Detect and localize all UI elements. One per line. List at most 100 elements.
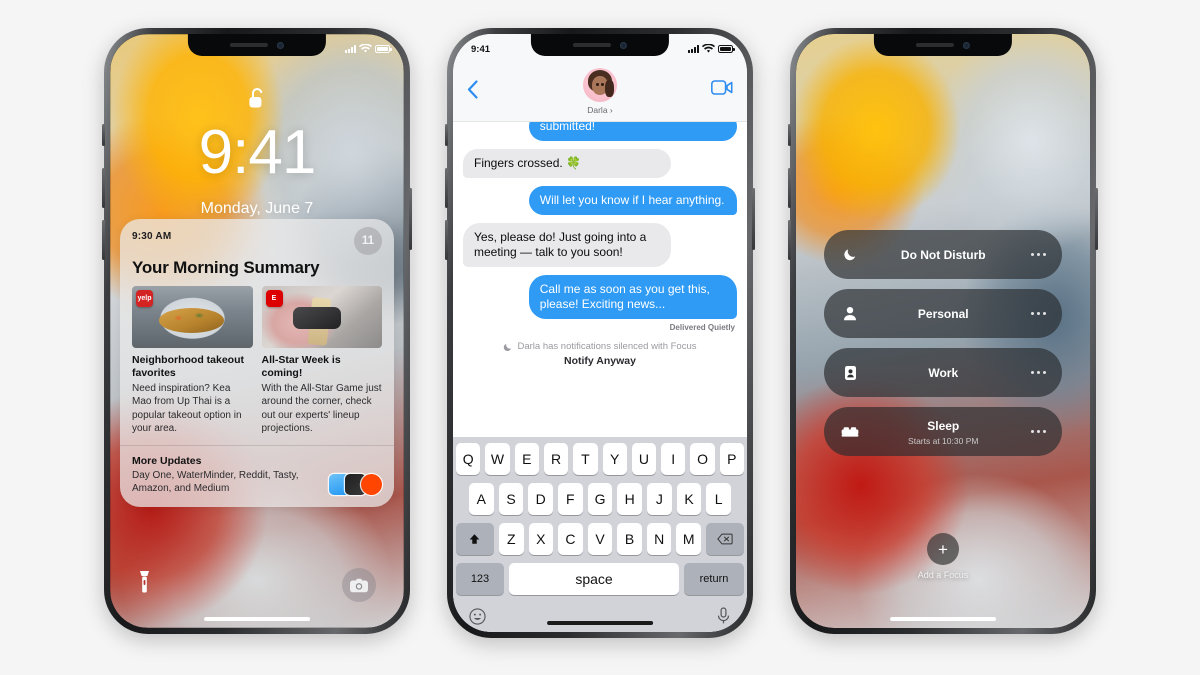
key-u[interactable]: U <box>631 443 657 475</box>
contact-name: Darla › <box>587 105 613 115</box>
volume-up-button[interactable] <box>788 168 791 208</box>
key-z[interactable]: Z <box>498 523 524 555</box>
key-c[interactable]: C <box>558 523 583 555</box>
key-p[interactable]: P <box>719 443 744 475</box>
home-indicator[interactable] <box>890 617 996 621</box>
side-power-button[interactable] <box>1095 188 1098 250</box>
focus-label: Do Not Disturb <box>900 247 986 262</box>
story-image: E <box>261 286 382 348</box>
facetime-button[interactable] <box>711 80 733 100</box>
key-e[interactable]: E <box>514 443 539 475</box>
wifi-icon <box>359 44 372 53</box>
message-bubble-outgoing[interactable]: submitted! <box>528 122 737 141</box>
key-n[interactable]: N <box>646 523 672 555</box>
person-icon <box>840 306 860 321</box>
more-options-icon[interactable] <box>1030 429 1046 434</box>
story-image: yelp <box>132 286 253 348</box>
key-q[interactable]: Q <box>456 443 481 475</box>
keyboard-row-4: 123 space return <box>453 563 747 595</box>
key-m[interactable]: M <box>676 523 702 555</box>
focus-item-sleep[interactable]: Sleep Starts at 10:30 PM <box>824 407 1062 456</box>
key-w[interactable]: W <box>485 443 510 475</box>
flashlight-button[interactable] <box>138 570 151 601</box>
key-r[interactable]: R <box>543 443 569 475</box>
focus-label: Work <box>928 365 959 380</box>
more-updates-title: More Updates <box>132 454 202 467</box>
home-indicator[interactable] <box>204 617 310 621</box>
focus-item-personal[interactable]: Personal <box>824 289 1062 338</box>
more-options-icon[interactable] <box>1030 252 1046 257</box>
story-body: With the All-Star Game just around the c… <box>261 383 382 434</box>
key-h[interactable]: H <box>617 483 643 515</box>
backspace-key[interactable] <box>706 523 745 555</box>
volume-up-button[interactable] <box>102 168 105 208</box>
signal-bars-icon <box>345 45 356 53</box>
status-time: 9:41 <box>471 43 491 55</box>
key-o[interactable]: O <box>690 443 715 475</box>
key-k[interactable]: K <box>676 483 702 515</box>
key-a[interactable]: A <box>468 483 494 515</box>
keyboard-bottom-row <box>453 603 747 630</box>
keyboard-row-1: Q W E R T Y U I O P <box>453 443 747 475</box>
key-i[interactable]: I <box>661 443 686 475</box>
story-card[interactable]: E All-Star Week is coming! With the All-… <box>261 286 382 435</box>
key-b[interactable]: B <box>617 523 642 555</box>
lock-date: Monday, June 7 <box>200 200 314 217</box>
mute-switch[interactable] <box>788 124 791 146</box>
volume-up-button[interactable] <box>445 168 448 208</box>
focus-item-do-not-disturb[interactable]: Do Not Disturb <box>824 230 1062 279</box>
side-power-button[interactable] <box>409 188 412 250</box>
key-s[interactable]: S <box>498 483 524 515</box>
key-f[interactable]: F <box>558 483 583 515</box>
side-power-button[interactable] <box>752 188 755 250</box>
key-j[interactable]: J <box>647 483 672 515</box>
key-l[interactable]: L <box>706 483 732 515</box>
story-body: Need inspiration? Kea Mao from Up Thai i… <box>132 383 242 434</box>
focus-sublabel: Starts at 10:30 PM <box>908 436 979 446</box>
message-bubble-incoming[interactable]: Yes, please do! Just going into a meetin… <box>463 223 672 267</box>
notification-summary-card[interactable]: 9:30 AM 11 Your Morning Summary yelp Nei… <box>120 219 394 508</box>
space-key[interactable]: space <box>509 563 679 595</box>
dictation-button[interactable] <box>716 607 731 630</box>
story-card[interactable]: yelp Neighborhood takeout favorites Need… <box>132 286 253 435</box>
phone3-screen: Do Not Disturb Personal Work Sleep Start… <box>796 34 1090 628</box>
emoji-button[interactable] <box>469 607 486 630</box>
add-focus-button[interactable]: + Add a Focus <box>796 533 1090 580</box>
key-y[interactable]: Y <box>602 443 627 475</box>
home-indicator[interactable] <box>547 621 653 625</box>
keyboard: Q W E R T Y U I O P A S D F G H J K L Z … <box>453 437 747 632</box>
key-d[interactable]: D <box>528 483 553 515</box>
focus-item-work[interactable]: Work <box>824 348 1062 397</box>
more-options-icon[interactable] <box>1030 370 1046 375</box>
front-camera <box>276 41 284 49</box>
story-headline: All-Star Week is coming! <box>261 354 341 379</box>
volume-down-button[interactable] <box>445 220 448 260</box>
focus-notice-text: Darla has notifications silenced with Fo… <box>517 341 697 352</box>
mute-switch[interactable] <box>102 124 105 146</box>
add-focus-label: Add a Focus <box>917 570 969 580</box>
message-bubble-incoming[interactable]: Fingers crossed. 🍀 <box>463 149 672 178</box>
focus-label: Personal <box>917 306 969 321</box>
focus-label: Sleep <box>927 419 960 433</box>
message-bubble-outgoing[interactable]: Call me as soon as you get this, please!… <box>528 275 737 319</box>
camera-button[interactable] <box>342 568 376 602</box>
more-updates-row[interactable]: More Updates Day One, WaterMinder, Reddi… <box>132 446 382 507</box>
crescent-moon-icon <box>840 247 860 262</box>
return-key[interactable]: return <box>684 563 744 595</box>
numbers-key[interactable]: 123 <box>456 563 504 595</box>
key-t[interactable]: T <box>573 443 598 475</box>
volume-down-button[interactable] <box>102 220 105 260</box>
volume-down-button[interactable] <box>788 220 791 260</box>
key-x[interactable]: X <box>528 523 554 555</box>
key-g[interactable]: G <box>587 483 613 515</box>
more-options-icon[interactable] <box>1030 311 1046 316</box>
phone2-screen: submitted! Fingers crossed. 🍀 Will let y… <box>453 34 747 632</box>
mute-switch[interactable] <box>445 124 448 146</box>
key-v[interactable]: V <box>587 523 613 555</box>
facetime-video-icon <box>711 80 733 95</box>
shift-key[interactable] <box>455 523 494 555</box>
notify-anyway-button[interactable]: Notify Anyway <box>463 355 737 367</box>
avatar <box>583 68 617 102</box>
message-bubble-outgoing[interactable]: Will let you know if I hear anything. <box>528 186 737 215</box>
contact-info[interactable]: Darla › <box>453 68 747 115</box>
